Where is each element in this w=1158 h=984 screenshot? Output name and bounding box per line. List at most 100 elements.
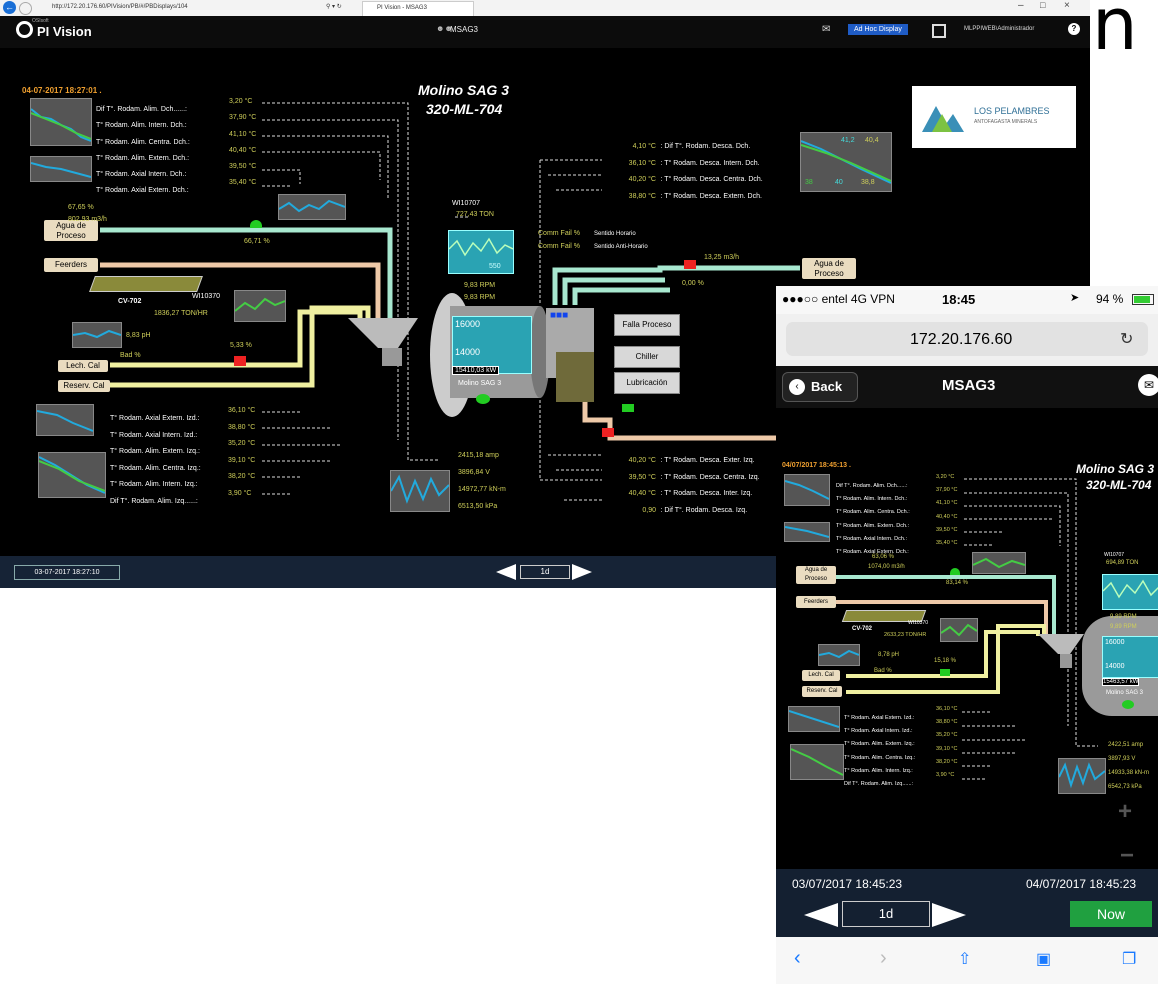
valve-red-icon[interactable] (684, 260, 696, 269)
phone-valve-pct: 83,14 % (946, 580, 969, 586)
share-icon[interactable]: ⇧ (958, 949, 971, 969)
falla-proceso-button[interactable]: Falla Proceso (614, 314, 680, 336)
temp-label: T° Rodam. Axial Extern. Izd.: (110, 415, 200, 422)
trend-spark[interactable] (72, 322, 122, 348)
temp-row: 40,20 °C : T° Rodam. Desca. Exter. Izq. (600, 449, 780, 466)
next-arrow-icon[interactable] (932, 903, 966, 927)
trend-spark[interactable] (784, 522, 830, 542)
now-button[interactable]: Now (1070, 901, 1152, 927)
temp-label: : T° Rodam. Desca. Exter. Izq. (660, 457, 755, 464)
temp-row: T° Rodam. Axial Extern. Izd.: 36,10 °C (844, 706, 974, 721)
corner-glyph: n (1092, 0, 1138, 66)
trend-spark[interactable] (30, 98, 92, 146)
tag-reserv-cal[interactable]: Reserv. Cal (58, 380, 110, 392)
phone-end-time[interactable]: 04/07/2017 18:45:23 (1026, 877, 1136, 891)
temp-value: 0,90 (642, 506, 656, 514)
temp-value: 38,80 °C (628, 192, 656, 200)
tag-agua-proceso-2[interactable]: Agua de Proceso (802, 258, 856, 279)
temp-row: T° Rodam. Alim. Extern. Izq.: 35,20 °C (844, 732, 974, 747)
close-icon[interactable]: × (1064, 0, 1070, 11)
safari-forward-icon[interactable]: › (880, 947, 887, 970)
temp-label: : T° Rodam. Desca. Intern. Dch. (660, 159, 760, 167)
valve-red-icon[interactable] (602, 428, 614, 437)
conveyor-cv702[interactable] (89, 276, 203, 292)
temp-row: T° Rodam. Axial Intern. Izd.: 38,80 °C (110, 424, 270, 441)
phone-bad: Bad % (874, 668, 892, 674)
knm-value: 14972,77 kN-m (458, 486, 506, 493)
temp-value: 39,10 °C (936, 745, 958, 752)
trend-spark[interactable] (1058, 758, 1106, 794)
maximize-icon[interactable]: □ (1040, 0, 1045, 10)
zoom-in-icon[interactable]: + (1118, 798, 1132, 826)
temp-value: 41,10 °C (936, 500, 958, 507)
phone-timebar: 03/07/2017 18:45:23 04/07/2017 18:45:23 … (776, 869, 1158, 984)
lubricacion-button[interactable]: Lubricación (614, 372, 680, 394)
phone-rpm2: 9,89 RPM (1110, 624, 1137, 630)
safari-back-icon[interactable]: ‹ (794, 947, 801, 970)
trend-spark[interactable] (972, 552, 1026, 574)
tag-lech-cal[interactable]: Lech. Cal (58, 360, 108, 372)
tag-agua-proceso[interactable]: Agua de Proceso (796, 566, 836, 584)
rpm1: 9,83 RPM (464, 282, 496, 289)
next-arrow-icon[interactable] (572, 564, 592, 580)
temp-value: 38,80 °C (228, 423, 256, 431)
tag-feerders[interactable]: Feerders (796, 596, 836, 608)
zoom-out-icon[interactable]: − (1120, 842, 1134, 870)
minimize-icon[interactable]: – (1018, 0, 1024, 11)
bookmarks-icon[interactable]: ▣ (1036, 949, 1051, 969)
temp-value: 39,50 °C (628, 473, 656, 481)
trend-spark[interactable] (784, 474, 830, 506)
tag-agua-proceso[interactable]: Agua de Proceso (44, 220, 98, 241)
trend-spark[interactable] (38, 452, 106, 498)
temp-row: T° Rodam. Axial Intern. Izd.: 38,80 °C (844, 719, 974, 734)
prev-arrow-icon[interactable] (804, 903, 838, 927)
prev-arrow-icon[interactable] (496, 564, 516, 580)
trend-spark[interactable] (234, 290, 286, 322)
temp-row: T° Rodam. Alim. Intern. Dch.: 37,90 °C (96, 114, 266, 130)
trend-value: 38 (805, 179, 813, 186)
trend-spark[interactable] (390, 470, 450, 512)
temp-row: T° Rodam. Axial Extern. Izd.: 36,10 °C (110, 407, 270, 424)
valve-icon[interactable] (950, 568, 960, 575)
phone-knm: 14933,38 kN-m (1108, 770, 1150, 776)
tag-lech-cal[interactable]: Lech. Cal (802, 670, 840, 681)
phone-power-trend[interactable]: 16000 14000 (1102, 636, 1158, 678)
temp-label: Dif T°. Rodam. Alim. Izq......: (844, 780, 914, 787)
temp-label: T° Rodam. Alim. Centra. Dch.: (96, 138, 190, 146)
trend-spark[interactable] (788, 706, 840, 732)
chiller-button[interactable]: Chiller (614, 346, 680, 368)
valve-red-icon[interactable] (234, 356, 246, 366)
tag-feerders[interactable]: Feerders (44, 258, 98, 272)
temp-value: 4,10 °C (632, 143, 656, 150)
trend-spark[interactable] (790, 744, 844, 780)
trend-spark[interactable] (30, 156, 92, 182)
valve-green-icon[interactable] (940, 669, 950, 676)
discharge-trend[interactable]: 41,2 40,4 38 40 38,8 (800, 132, 892, 192)
valve2-pct: 5,33 % (230, 342, 252, 349)
temp-row: Dif T°. Rodam. Alim. Izq......: 3,90 °C (844, 771, 974, 787)
temp-value: 36,10 °C (936, 706, 958, 712)
temp-row: 40,20 °C : T° Rodam. Desca. Centra. Dch. (600, 168, 800, 185)
phone-pct: 63,06 % (872, 554, 895, 560)
kw-value: 15410,03 kW (452, 366, 500, 375)
phone-tonnage-trend[interactable] (1102, 574, 1158, 610)
range-input[interactable]: 1d (520, 565, 570, 579)
trend-spark[interactable] (278, 194, 346, 220)
wi10707-label: WI10707 (452, 200, 481, 207)
phone-start-time[interactable]: 03/07/2017 18:45:23 (792, 877, 902, 891)
start-time[interactable]: 03-07-2017 18:27:10 (14, 565, 120, 580)
phone-range-input[interactable]: 1d (842, 901, 930, 927)
trend-spark[interactable] (940, 618, 978, 642)
temp-row: 36,10 °C : T° Rodam. Desca. Intern. Dch. (600, 152, 800, 169)
left-top-rows: Dif T°. Rodam. Alim. Dch......: 3,20 °C T… (96, 98, 266, 196)
valve-green-icon[interactable] (622, 404, 634, 412)
trend-spark[interactable] (818, 644, 860, 666)
temp-value: 35,20 °C (228, 440, 256, 448)
trend-spark[interactable] (36, 404, 94, 436)
tonnage-trend[interactable]: 550 (448, 230, 514, 274)
temp-value: 3,90 °C (936, 771, 955, 778)
tabs-icon[interactable]: ❐ (1122, 949, 1136, 969)
temp-value: 38,20 °C (228, 473, 256, 481)
tag-reserv-cal[interactable]: Reserv. Cal (802, 686, 842, 697)
valve-icon[interactable] (250, 220, 262, 228)
